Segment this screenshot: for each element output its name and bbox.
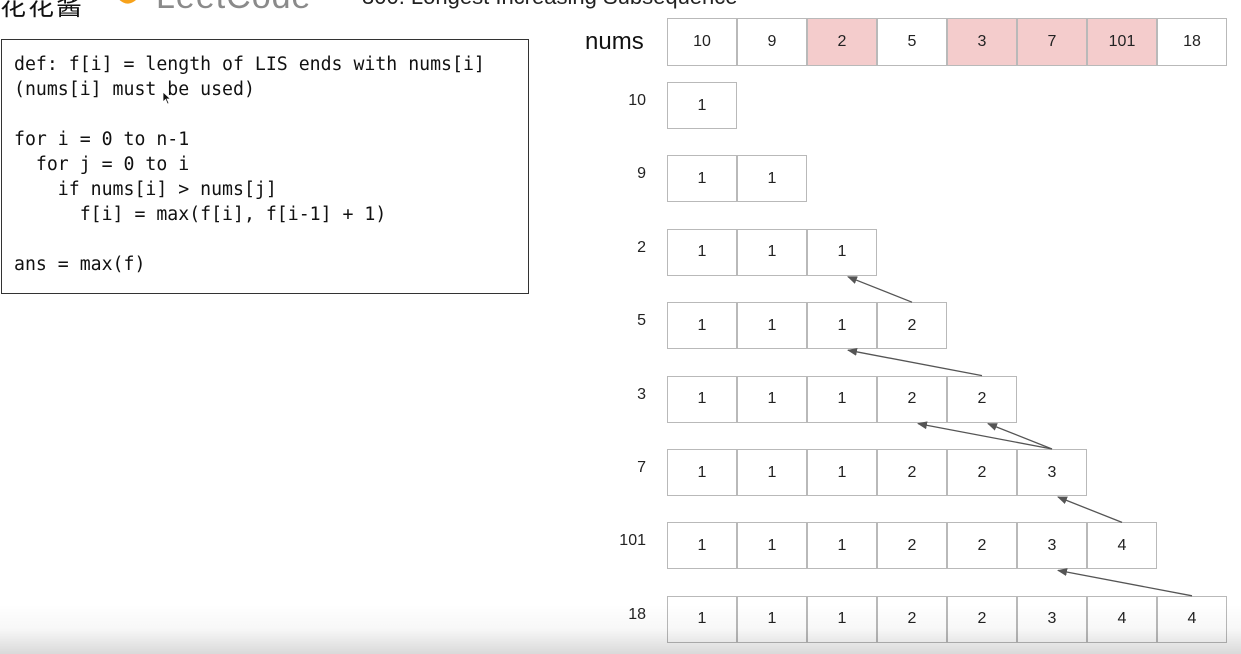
dp-cell: 1 [667, 302, 737, 350]
nums-cell: 5 [877, 18, 947, 66]
dp-cell: 1 [667, 522, 737, 570]
dependency-arrow [987, 422, 1053, 450]
dp-cell: 4 [1157, 595, 1227, 643]
dp-cell: 4 [1087, 522, 1157, 570]
nums-cell: 18 [1157, 18, 1227, 66]
dp-cell: 1 [807, 302, 877, 350]
dp-cell: 2 [877, 375, 947, 423]
dp-cell: 1 [667, 449, 737, 496]
dependency-arrow [847, 347, 983, 377]
dp-cell: 2 [947, 449, 1017, 496]
dp-cell: 2 [877, 449, 947, 496]
dp-cell: 1 [667, 228, 737, 276]
dp-cell: 1 [807, 595, 877, 643]
row-label: 5 [637, 312, 646, 330]
nums-cell: 3 [947, 18, 1017, 66]
row-label: 9 [637, 165, 646, 183]
nums-cell: 101 [1087, 18, 1157, 66]
dp-cell: 1 [737, 449, 807, 496]
dp-cell: 2 [947, 375, 1017, 423]
row-label: 18 [628, 605, 646, 623]
row-label: 3 [637, 385, 646, 403]
row-label: 7 [637, 459, 646, 476]
row-label: 2 [637, 238, 646, 256]
dp-cell: 1 [807, 522, 877, 570]
dp-cell: 1 [737, 228, 807, 276]
nums-cell: 2 [807, 18, 877, 66]
dp-cell: 3 [1017, 595, 1087, 643]
dp-cell: 1 [737, 595, 807, 643]
dp-cell: 1 [807, 449, 877, 496]
dp-cell: 1 [737, 522, 807, 570]
lis-dp-diagram: nums 10 9 2 5 3 7 101 18 10 1 9 1 1 2 1 1 1 5 1 1 1 2 3 1 1 1 2 2 7… [0, 0, 1241, 654]
dp-cell: 1 [737, 302, 807, 350]
dependency-arrow [1057, 496, 1123, 524]
nums-cell: 9 [737, 18, 807, 66]
nums-label: nums [585, 28, 644, 55]
dependency-arrow [847, 276, 913, 303]
dp-cell: 1 [667, 155, 737, 203]
dp-cell: 1 [667, 375, 737, 423]
dp-cell: 2 [877, 302, 947, 350]
dp-cell: 1 [737, 375, 807, 423]
row-label: 10 [628, 92, 646, 109]
nums-cell: 7 [1017, 18, 1087, 66]
dp-cell: 1 [667, 595, 737, 643]
dp-cell: 2 [947, 522, 1017, 570]
row-label: 101 [619, 532, 646, 550]
dependency-arrow [917, 421, 1053, 450]
dp-cell: 1 [807, 375, 877, 423]
dp-cell: 2 [877, 595, 947, 643]
dp-cell: 2 [947, 595, 1017, 643]
dp-cell: 1 [807, 228, 877, 276]
dp-cell: 4 [1087, 595, 1157, 643]
dp-cell: 1 [667, 82, 737, 129]
dependency-arrow [1057, 568, 1193, 597]
dp-cell: 3 [1017, 522, 1087, 570]
dp-cell: 1 [737, 155, 807, 203]
nums-cell: 10 [667, 18, 737, 66]
dp-cell: 3 [1017, 449, 1087, 496]
dp-cell: 2 [877, 522, 947, 570]
